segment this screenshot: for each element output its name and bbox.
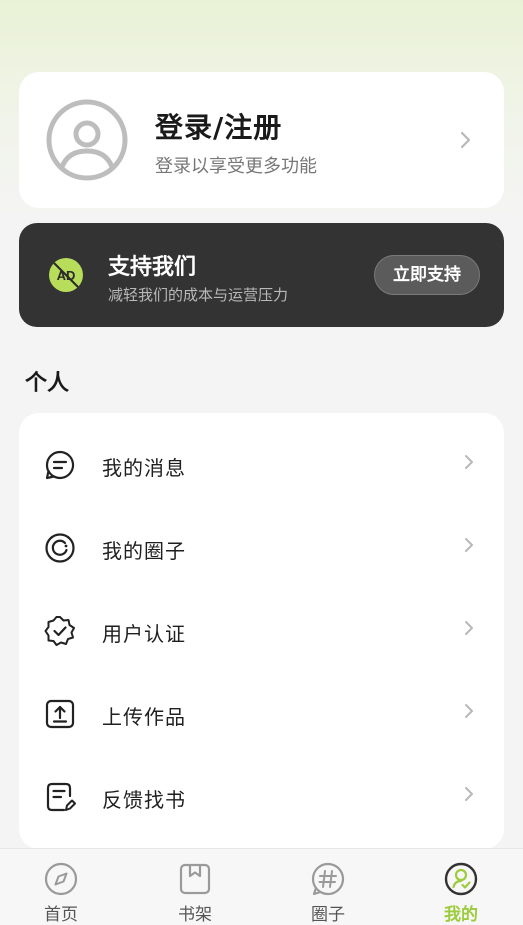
menu-item-circles[interactable]: 我的圈子 <box>19 508 504 591</box>
section-title-personal: 个人 <box>25 371 70 396</box>
support-subtitle: 减轻我们的成本与运营压力 <box>108 286 289 304</box>
menu-item-messages[interactable]: 我的消息 <box>19 425 504 508</box>
verified-badge-icon <box>44 616 75 646</box>
menu-item-feedback[interactable]: 反馈找书 <box>19 757 504 840</box>
hashtag-icon <box>311 862 345 896</box>
tab-home[interactable]: 首页 <box>0 849 126 925</box>
chevron-right-icon <box>465 538 473 552</box>
chevron-right-icon <box>465 455 473 469</box>
login-title: 登录/注册 <box>155 111 283 144</box>
login-subtitle: 登录以享受更多功能 <box>155 156 317 177</box>
profile-icon <box>444 862 478 896</box>
chevron-right-icon <box>465 704 473 718</box>
tab-profile[interactable]: 我的 <box>396 849 523 925</box>
menu-item-label: 我的圈子 <box>102 539 186 563</box>
chevron-right-icon <box>465 621 473 635</box>
menu-item-label: 上传作品 <box>102 705 186 729</box>
tab-circles[interactable]: 圈子 <box>263 849 393 925</box>
chevron-right-icon <box>460 131 471 149</box>
menu-item-label: 用户认证 <box>102 622 186 646</box>
login-card[interactable]: 登录/注册 登录以享受更多功能 <box>19 72 504 208</box>
ad-icon: AD <box>49 258 83 292</box>
feedback-edit-icon <box>46 782 76 812</box>
support-now-button[interactable]: 立即支持 <box>374 255 480 295</box>
tab-label: 圈子 <box>311 905 345 925</box>
support-banner: AD 支持我们 减轻我们的成本与运营压力 立即支持 <box>19 223 504 327</box>
compass-icon <box>44 862 78 896</box>
menu-item-label: 反馈找书 <box>102 788 186 812</box>
tab-label: 书架 <box>178 905 212 925</box>
tab-label: 首页 <box>44 905 78 925</box>
chevron-right-icon <box>465 787 473 801</box>
bookshelf-icon <box>179 863 211 895</box>
tab-bookshelf[interactable]: 书架 <box>130 849 260 925</box>
bottom-tab-bar: 首页 书架 圈子 我的 <box>0 848 523 925</box>
upload-icon <box>45 699 75 729</box>
personal-menu: 我的消息 我的圈子 用户认证 上传作品 反馈找书 <box>19 413 504 849</box>
tab-label: 我的 <box>444 905 478 925</box>
support-title: 支持我们 <box>108 255 197 280</box>
menu-item-verification[interactable]: 用户认证 <box>19 591 504 674</box>
menu-item-upload[interactable]: 上传作品 <box>19 674 504 757</box>
circle-icon <box>45 533 75 563</box>
message-icon <box>45 450 75 480</box>
menu-item-label: 我的消息 <box>102 456 186 480</box>
user-avatar-icon <box>46 99 128 181</box>
